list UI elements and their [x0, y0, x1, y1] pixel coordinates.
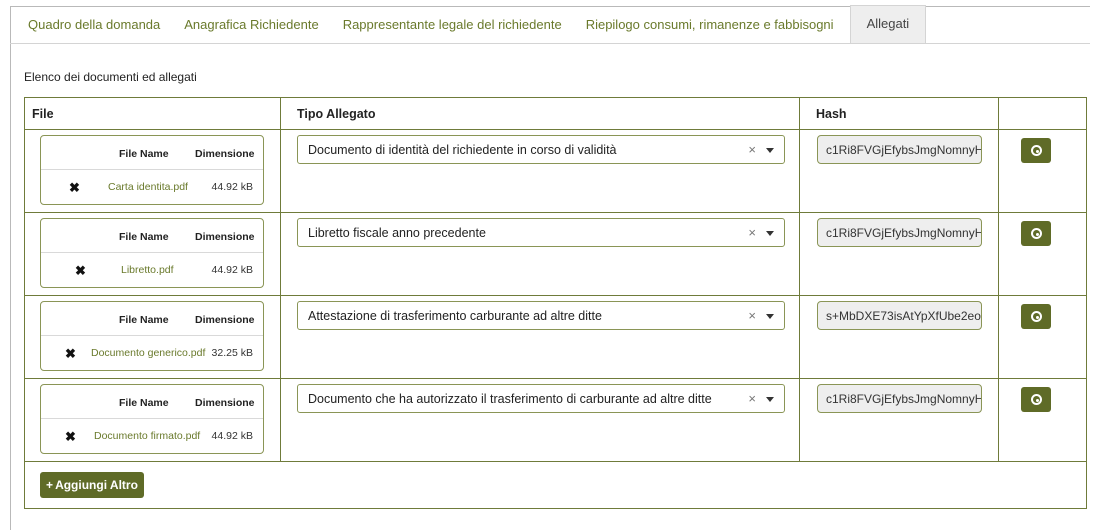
- clear-icon[interactable]: ×: [748, 308, 756, 323]
- add-button-label: Aggiungi Altro: [55, 478, 138, 492]
- delete-row-button[interactable]: [1021, 138, 1051, 163]
- divider: [41, 418, 263, 419]
- select-value: Documento di identità del richiedente in…: [308, 143, 617, 157]
- file-name-link[interactable]: Libretto.pdf: [121, 264, 174, 276]
- file-size-header: Dimensione: [195, 148, 255, 160]
- hash-value: c1Ri8FVGjEfybsJmgNomnyH(: [826, 143, 982, 157]
- tab-riepilogo-consumi[interactable]: Riepilogo consumi, rimanenze e fabbisogn…: [574, 7, 846, 43]
- table-row: File Name Dimensione ✖ Documento generic…: [25, 296, 1086, 379]
- circle-dot-icon: [1031, 145, 1042, 156]
- file-size-header: Dimensione: [195, 314, 255, 326]
- divider: [41, 335, 263, 336]
- hash-field[interactable]: s+MbDXE73isAtYpXfUbe2eo5: [817, 301, 982, 330]
- file-name-header: File Name: [119, 314, 169, 326]
- file-name-link[interactable]: Documento generico.pdf: [91, 347, 205, 359]
- file-box: File Name Dimensione ✖ Documento firmato…: [40, 384, 264, 454]
- header-file: File: [32, 107, 54, 121]
- file-box: File Name Dimensione ✖ Libretto.pdf 44.9…: [40, 218, 264, 288]
- file-size: 44.92 kB: [211, 430, 253, 442]
- tipo-allegato-select[interactable]: Libretto fiscale anno precedente ×: [297, 218, 785, 247]
- file-name-header: File Name: [119, 148, 169, 160]
- remove-file-icon[interactable]: ✖: [69, 180, 80, 196]
- attachments-table: File Tipo Allegato Hash File Name Dimens…: [24, 97, 1087, 509]
- clear-icon[interactable]: ×: [748, 391, 756, 406]
- circle-dot-icon: [1031, 311, 1042, 322]
- hash-value: c1Ri8FVGjEfybsJmgNomnyH(: [826, 226, 982, 240]
- file-name-link[interactable]: Carta identita.pdf: [108, 181, 188, 193]
- tab-bar: Quadro della domanda Anagrafica Richiede…: [10, 5, 1090, 44]
- table-row: File Name Dimensione ✖ Libretto.pdf 44.9…: [25, 213, 1086, 296]
- remove-file-icon[interactable]: ✖: [75, 263, 86, 279]
- hash-value: s+MbDXE73isAtYpXfUbe2eo5: [826, 309, 982, 323]
- hash-field[interactable]: c1Ri8FVGjEfybsJmgNomnyH(: [817, 135, 982, 164]
- plus-icon: +: [46, 478, 54, 492]
- circle-dot-icon: [1031, 228, 1042, 239]
- file-box: File Name Dimensione ✖ Carta identita.pd…: [40, 135, 264, 205]
- caret-down-icon[interactable]: [766, 314, 774, 319]
- caret-down-icon[interactable]: [766, 231, 774, 236]
- caret-down-icon[interactable]: [766, 397, 774, 402]
- delete-row-button[interactable]: [1021, 387, 1051, 412]
- file-name-header: File Name: [119, 397, 169, 409]
- delete-row-button[interactable]: [1021, 304, 1051, 329]
- hash-field[interactable]: c1Ri8FVGjEfybsJmgNomnyH(: [817, 218, 982, 247]
- add-attachment-button[interactable]: + Aggiungi Altro: [40, 472, 144, 498]
- remove-file-icon[interactable]: ✖: [65, 429, 76, 445]
- delete-row-button[interactable]: [1021, 221, 1051, 246]
- divider: [41, 169, 263, 170]
- select-value: Documento che ha autorizzato il trasferi…: [308, 392, 712, 406]
- hash-field[interactable]: c1Ri8FVGjEfybsJmgNomnyH(: [817, 384, 982, 413]
- remove-file-icon[interactable]: ✖: [65, 346, 76, 362]
- caret-down-icon[interactable]: [766, 148, 774, 153]
- file-size: 32.25 kB: [211, 347, 253, 359]
- circle-dot-icon-center: [1036, 316, 1039, 319]
- file-box: File Name Dimensione ✖ Documento generic…: [40, 301, 264, 371]
- circle-dot-icon-center: [1036, 233, 1039, 236]
- divider: [41, 252, 263, 253]
- hash-value: c1Ri8FVGjEfybsJmgNomnyH(: [826, 392, 982, 406]
- table-row: File Name Dimensione ✖ Carta identita.pd…: [25, 130, 1086, 213]
- circle-dot-icon: [1031, 394, 1042, 405]
- tipo-allegato-select[interactable]: Documento che ha autorizzato il trasferi…: [297, 384, 785, 413]
- clear-icon[interactable]: ×: [748, 225, 756, 240]
- file-size: 44.92 kB: [211, 181, 253, 193]
- table-row: File Name Dimensione ✖ Documento firmato…: [25, 379, 1086, 462]
- file-size-header: Dimensione: [195, 397, 255, 409]
- tab-quadro-domanda[interactable]: Quadro della domanda: [10, 7, 172, 43]
- file-name-link[interactable]: Documento firmato.pdf: [94, 430, 200, 442]
- tab-rappresentante-legale[interactable]: Rappresentante legale del richiedente: [331, 7, 574, 43]
- select-value: Attestazione di trasferimento carburante…: [308, 309, 602, 323]
- file-size: 44.92 kB: [211, 264, 253, 276]
- tipo-allegato-select[interactable]: Attestazione di trasferimento carburante…: [297, 301, 785, 330]
- circle-dot-icon-center: [1036, 150, 1039, 153]
- section-title: Elenco dei documenti ed allegati: [24, 70, 197, 84]
- header-tipo-allegato: Tipo Allegato: [297, 107, 376, 121]
- tipo-allegato-select[interactable]: Documento di identità del richiedente in…: [297, 135, 785, 164]
- file-name-header: File Name: [119, 231, 169, 243]
- file-size-header: Dimensione: [195, 231, 255, 243]
- header-hash: Hash: [816, 107, 847, 121]
- circle-dot-icon-center: [1036, 399, 1039, 402]
- tab-anagrafica-richiedente[interactable]: Anagrafica Richiedente: [172, 7, 330, 43]
- clear-icon[interactable]: ×: [748, 142, 756, 157]
- select-value: Libretto fiscale anno precedente: [308, 226, 486, 240]
- tab-allegati[interactable]: Allegati: [849, 5, 927, 43]
